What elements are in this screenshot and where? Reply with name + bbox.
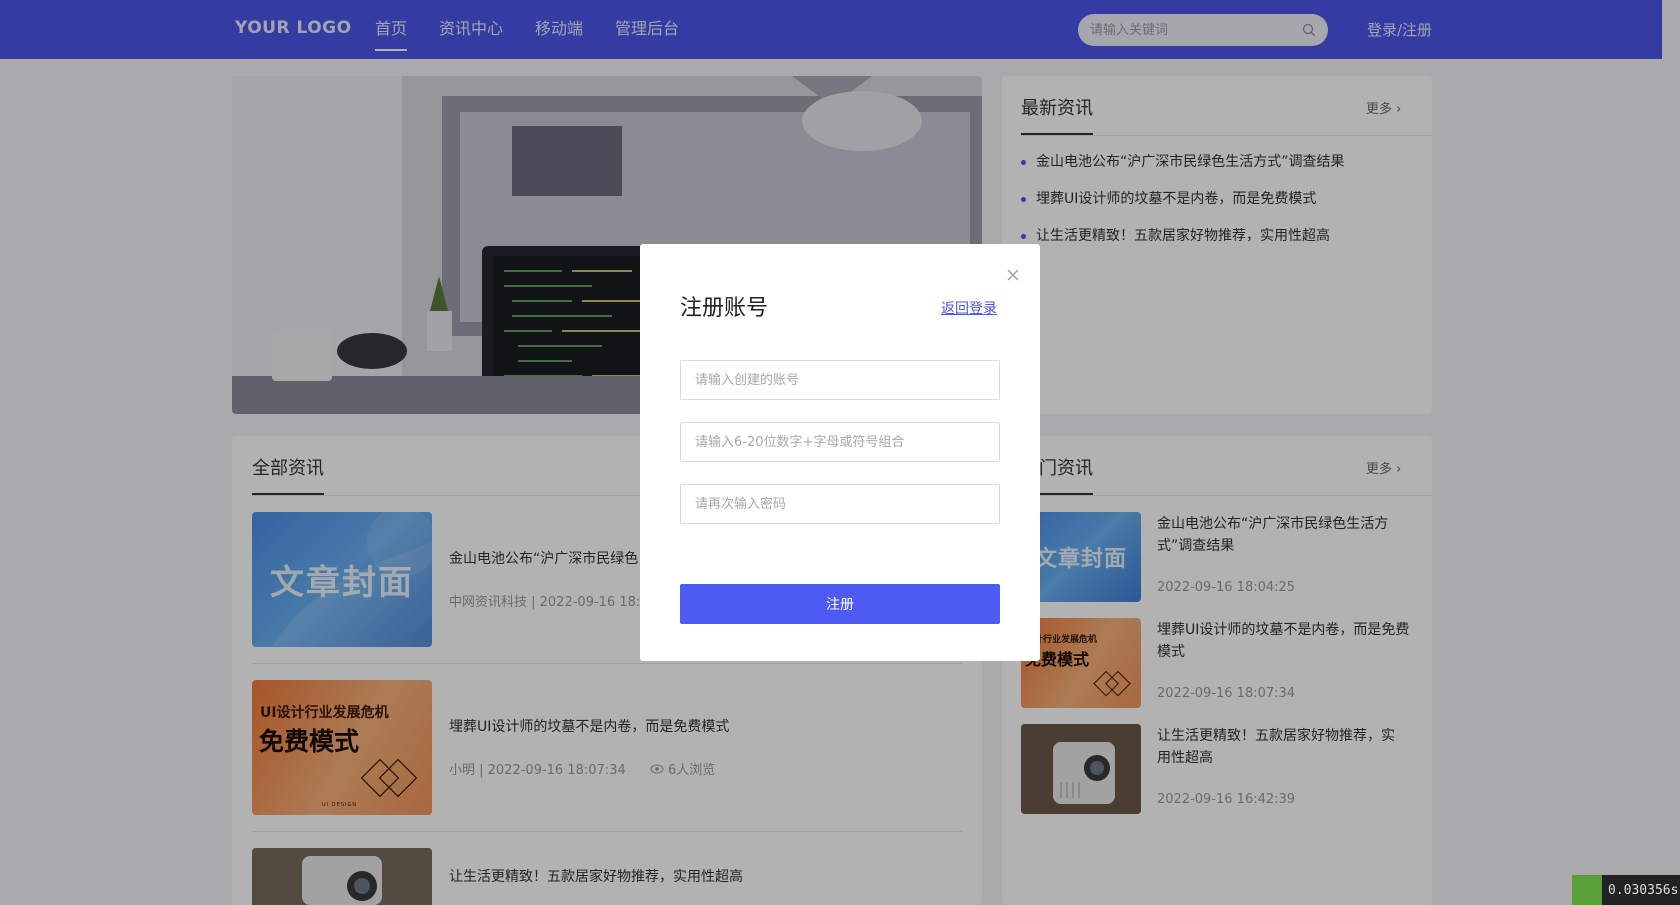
timer-text: 0.030356s: [1608, 882, 1679, 898]
account-input[interactable]: [680, 360, 1000, 400]
password-input[interactable]: [680, 422, 1000, 462]
back-to-login-link[interactable]: 返回登录: [941, 298, 997, 318]
leaf-logo-icon: [1572, 875, 1602, 905]
close-icon[interactable]: [1006, 268, 1020, 282]
modal-title: 注册账号: [680, 296, 769, 321]
register-modal: 注册账号 返回登录 注册: [640, 244, 1040, 661]
register-button[interactable]: 注册: [680, 584, 1000, 624]
debug-timer: 0.030356s: [1572, 875, 1680, 905]
confirm-password-input[interactable]: [680, 484, 1000, 524]
